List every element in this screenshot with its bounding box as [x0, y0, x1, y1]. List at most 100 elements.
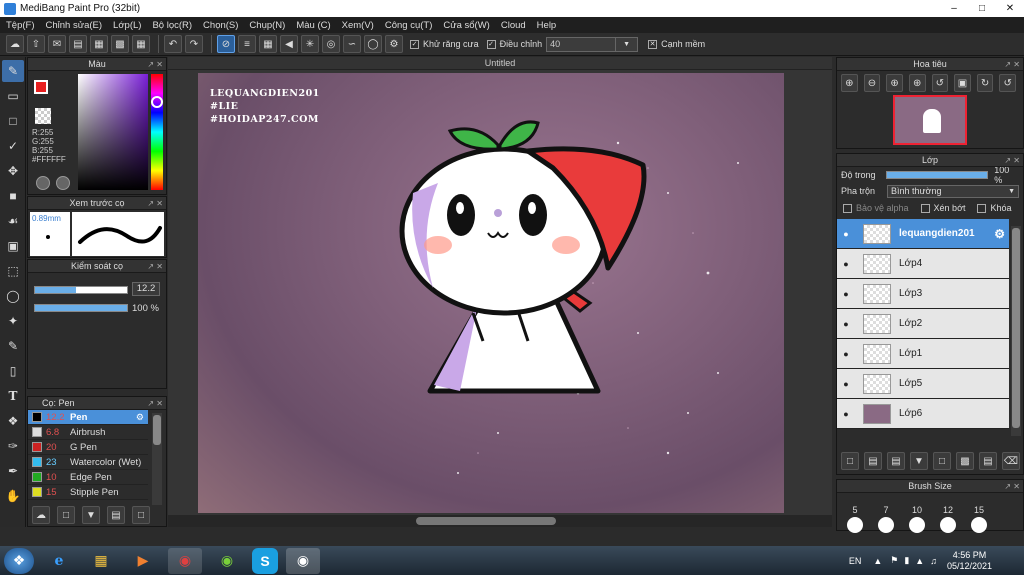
close-button[interactable]: ✕	[996, 0, 1024, 17]
brush-size-slider[interactable]	[34, 286, 128, 294]
menu-window[interactable]: Cửa sổ(W)	[443, 20, 489, 31]
magic-wand-tool-icon[interactable]: ✦	[2, 310, 24, 332]
language-indicator[interactable]: EN	[849, 556, 862, 566]
brush-list-scrollbar[interactable]	[152, 413, 162, 505]
gear-icon[interactable]: ⚙	[136, 412, 144, 423]
eye-icon[interactable]: ●	[837, 319, 855, 329]
brush-tool-icon[interactable]: ✎	[2, 60, 24, 82]
navigator-thumbnail[interactable]	[893, 95, 967, 145]
eye-icon[interactable]: ●	[837, 289, 855, 299]
lasso-tool-icon[interactable]: ◯	[2, 285, 24, 307]
eye-icon[interactable]: ●	[837, 259, 855, 269]
menu-view[interactable]: Xem(V)	[342, 20, 374, 31]
menu-select[interactable]: Chọn(S)	[203, 20, 238, 31]
brush-size-value[interactable]: 12.2	[132, 282, 160, 296]
zoom-out-icon[interactable]: ⊖	[863, 74, 881, 92]
layer-item[interactable]: ● lequangdien201 ⚙	[837, 219, 1009, 249]
new-layer-8bit-icon[interactable]: ▤	[864, 452, 882, 470]
brush-size-preset[interactable]: 10	[905, 497, 929, 535]
hue-slider[interactable]	[151, 74, 163, 190]
comment-icon[interactable]: ✉	[48, 35, 66, 53]
zoom-fit-icon[interactable]: ⊕	[886, 74, 903, 92]
duplicate-layer-icon[interactable]: ▩	[956, 452, 974, 470]
brush-size-preset[interactable]: 15	[967, 497, 991, 535]
copy-brush-icon[interactable]: ▤	[107, 506, 125, 524]
menu-color[interactable]: Màu (C)	[296, 20, 330, 31]
eye-icon[interactable]: ●	[837, 379, 855, 389]
adjust-checkbox[interactable]: ✓	[486, 39, 496, 49]
menu-help[interactable]: Help	[537, 20, 557, 31]
maximize-button[interactable]: □	[968, 0, 996, 17]
unikey-icon[interactable]: ◉	[210, 548, 244, 574]
layer-opacity-slider[interactable]	[885, 171, 989, 179]
brush-item-g-pen[interactable]: 20 G Pen	[28, 440, 148, 455]
menu-snap[interactable]: Chụp(N)	[249, 20, 285, 31]
brush-item-watercolor[interactable]: 23 Watercolor (Wet)	[28, 455, 148, 470]
palette-icon[interactable]	[36, 176, 50, 190]
undo-icon[interactable]: ↶	[164, 35, 182, 53]
panels-icon[interactable]: ▩	[111, 35, 129, 53]
eyedropper-tool-icon[interactable]: ✑	[2, 435, 24, 457]
hue-handle[interactable]	[151, 96, 163, 108]
redo-icon[interactable]: ↷	[185, 35, 203, 53]
move-tool-icon[interactable]: ✥	[2, 160, 24, 182]
grid-icon[interactable]: ▦	[132, 35, 150, 53]
flag-icon[interactable]: ⚑	[890, 555, 898, 566]
layer-list-scrollbar[interactable]	[1011, 226, 1021, 436]
clip-checkbox[interactable]	[920, 203, 930, 213]
blend-mode-select[interactable]: Bình thường ▼	[887, 184, 1019, 198]
dot-tool-icon[interactable]: ✓	[2, 135, 24, 157]
select-pen-tool-icon[interactable]: ✎	[2, 335, 24, 357]
menu-tools[interactable]: Công cụ(T)	[385, 20, 433, 31]
skype-icon[interactable]: S	[252, 547, 278, 574]
new-layer-1bit-icon[interactable]: ▤	[887, 452, 905, 470]
network-icon[interactable]: ▲	[915, 556, 924, 566]
document-icon[interactable]: ▤	[69, 35, 87, 53]
canvas-horizontal-scrollbar[interactable]	[168, 515, 832, 527]
layer-item[interactable]: ● Lớp6	[837, 399, 1009, 429]
snap-curve-icon[interactable]: ∽	[343, 35, 361, 53]
add-brush-icon[interactable]: ☁	[32, 506, 50, 524]
artwork-canvas[interactable]: LEQUANGDIEN201 #LIE #HOIDAP247.COM	[198, 73, 784, 513]
start-button-icon[interactable]: ❖	[4, 547, 34, 574]
eye-icon[interactable]: ●	[837, 409, 855, 419]
adjust-input[interactable]: 40	[546, 36, 617, 52]
eraser-tool-icon[interactable]: ▭	[2, 85, 24, 107]
snap-vanish-icon[interactable]: ◀	[280, 35, 298, 53]
fit-window-icon[interactable]: ▣	[954, 74, 971, 92]
brush-item-stipple-pen[interactable]: 15 Stipple Pen	[28, 485, 148, 500]
zoom-in-icon[interactable]: ⊕	[841, 74, 858, 92]
trash-icon[interactable]: ⌫	[1002, 452, 1020, 470]
saturation-value-box[interactable]	[78, 74, 148, 190]
brush-opacity-slider[interactable]	[34, 304, 128, 312]
brush-item-edge-pen[interactable]: 10 Edge Pen	[28, 470, 148, 485]
select-rect-tool-icon[interactable]: ⬚	[2, 260, 24, 282]
fill-rect-tool-icon[interactable]: ■	[2, 185, 24, 207]
snap-ellipse-icon[interactable]: ◯	[364, 35, 382, 53]
chevron-up-icon[interactable]: ▲	[873, 556, 882, 566]
snap-off-icon[interactable]: ⊘	[217, 35, 235, 53]
text-tool-icon[interactable]: T	[2, 385, 24, 407]
menu-layer[interactable]: Lớp(L)	[113, 20, 141, 31]
upload-icon[interactable]: ⇧	[27, 35, 45, 53]
primary-color-swatch[interactable]	[34, 80, 48, 94]
snap-grid-icon[interactable]: ▦	[259, 35, 277, 53]
minimize-button[interactable]: –	[940, 0, 968, 17]
eye-icon[interactable]: ●	[837, 229, 855, 239]
new-layer-icon[interactable]: □	[841, 452, 859, 470]
snap-circle-icon[interactable]: ◎	[322, 35, 340, 53]
media-player-icon[interactable]: ▶	[126, 548, 160, 574]
layer-item[interactable]: ● Lớp1	[837, 339, 1009, 369]
rotate-right-icon[interactable]: ↻	[976, 74, 994, 92]
divide-tool-icon[interactable]: ❖	[2, 410, 24, 432]
menu-cloud[interactable]: Cloud	[501, 20, 526, 31]
menu-edit[interactable]: Chỉnh sửa(E)	[46, 20, 103, 31]
folder-icon[interactable]: □	[132, 506, 150, 524]
brush-size-preset[interactable]: 12	[936, 497, 960, 535]
medibang-taskbar-icon[interactable]: ◉	[286, 547, 320, 574]
page-icon[interactable]: ▦	[90, 35, 108, 53]
bucket-tool-icon[interactable]: ☙	[2, 210, 24, 232]
snap-radial-icon[interactable]: ✳	[301, 35, 319, 53]
gear-icon[interactable]: ⚙	[994, 227, 1005, 241]
brush-size-preset[interactable]: 5	[843, 497, 867, 535]
